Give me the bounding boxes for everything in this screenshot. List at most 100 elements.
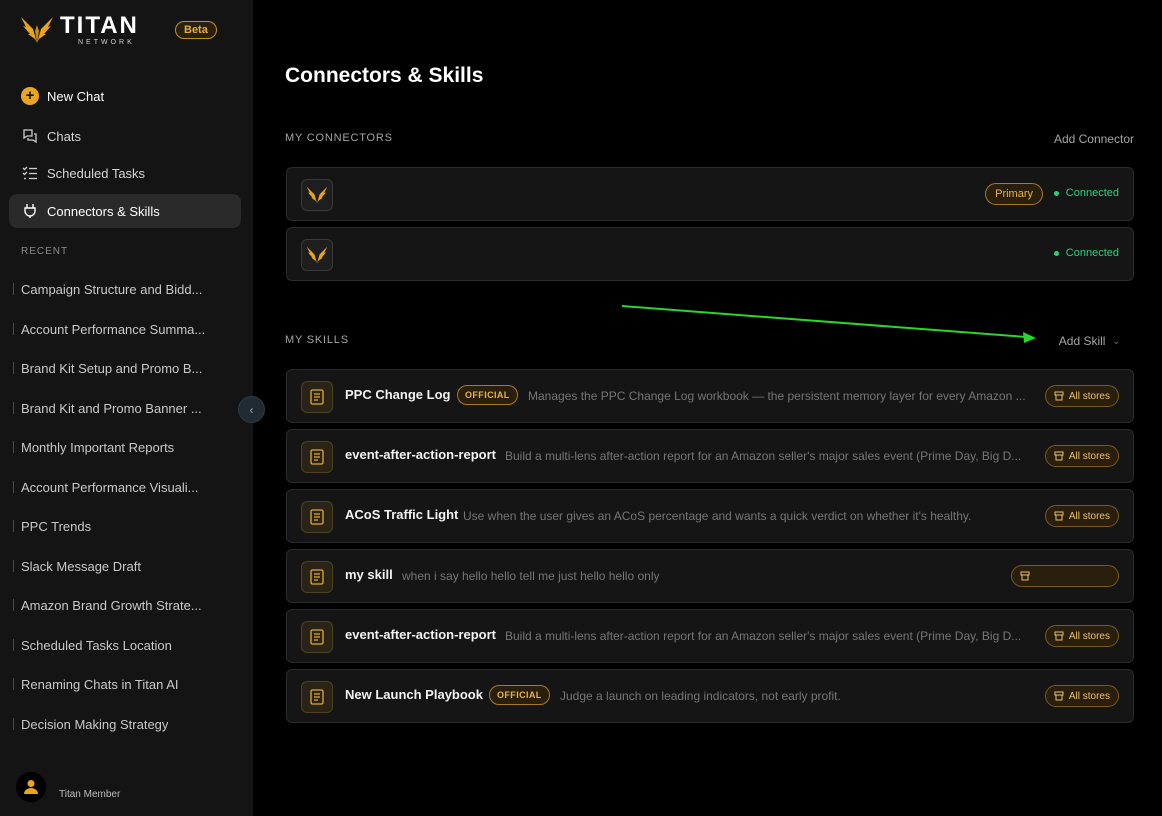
store-icon bbox=[1054, 691, 1064, 701]
titan-logo[interactable]: TITAN NETWORK bbox=[20, 12, 139, 46]
recent-chat-item[interactable]: Slack Message Draft bbox=[13, 556, 213, 576]
status-dot-icon bbox=[1053, 190, 1059, 196]
recent-chat-item[interactable]: Renaming Chats in Titan AI bbox=[13, 674, 213, 694]
recent-chat-item[interactable]: Account Performance Summa... bbox=[13, 319, 213, 339]
recent-chat-title: Account Performance Visuali... bbox=[21, 479, 199, 495]
nav-label: Chats bbox=[47, 128, 81, 144]
skill-card[interactable]: event-after-action-report Build a multi-… bbox=[286, 609, 1134, 663]
add-connector-button[interactable]: Add Connector bbox=[1054, 132, 1134, 146]
recent-section-label: RECENT bbox=[21, 246, 69, 257]
new-chat-button[interactable]: + New Chat bbox=[9, 79, 241, 113]
recent-chat-item[interactable]: Scheduled Tasks Location bbox=[13, 635, 213, 655]
divider bbox=[13, 441, 14, 453]
skill-description: Build a multi-lens after-action report f… bbox=[505, 629, 1022, 643]
divider bbox=[13, 520, 14, 532]
plug-icon bbox=[21, 202, 39, 220]
nav-item-connectors-skills[interactable]: Connectors & Skills bbox=[9, 194, 241, 228]
skill-card[interactable]: ACoS Traffic Light Use when the user giv… bbox=[286, 489, 1134, 543]
status-dot-icon bbox=[1053, 250, 1059, 256]
divider bbox=[13, 362, 14, 374]
brand-title: TITAN bbox=[60, 12, 139, 39]
document-icon bbox=[301, 681, 333, 713]
recent-chat-title: Amazon Brand Growth Strate... bbox=[21, 597, 202, 613]
official-badge: OFFICIAL bbox=[489, 685, 550, 705]
document-icon bbox=[301, 621, 333, 653]
stores-label: All stores bbox=[1068, 450, 1110, 462]
all-stores-badge[interactable]: All stores bbox=[1044, 685, 1119, 707]
plus-circle-icon: + bbox=[21, 87, 39, 105]
document-icon bbox=[301, 441, 333, 473]
store-icon bbox=[1054, 511, 1064, 521]
all-stores-badge[interactable]: All stores bbox=[1044, 625, 1119, 647]
recent-chat-item[interactable]: Brand Kit Setup and Promo B... bbox=[13, 358, 213, 378]
recent-chat-title: Campaign Structure and Bidd... bbox=[21, 281, 203, 297]
nav-label: New Chat bbox=[47, 88, 105, 104]
recent-chat-item[interactable]: Amazon Brand Growth Strate... bbox=[13, 595, 213, 615]
add-skill-label: Add Skill bbox=[1058, 334, 1106, 348]
stores-selector[interactable] bbox=[1011, 565, 1119, 587]
all-stores-badge[interactable]: All stores bbox=[1044, 385, 1119, 407]
skill-card[interactable]: New Launch Playbook OFFICIAL Judge a lau… bbox=[286, 669, 1134, 723]
divider bbox=[13, 639, 14, 651]
skill-description: when i say hello hello tell me just hell… bbox=[402, 569, 660, 583]
recent-chat-title: Brand Kit Setup and Promo B... bbox=[21, 360, 203, 376]
skills-section-label: MY SKILLS bbox=[285, 334, 349, 346]
primary-badge: Primary bbox=[985, 183, 1043, 205]
user-profile[interactable]: Titan Member bbox=[16, 772, 120, 802]
connector-logo-icon bbox=[301, 179, 333, 211]
connection-status: Connected bbox=[1053, 187, 1119, 199]
document-icon bbox=[301, 501, 333, 533]
skill-description: Judge a launch on leading indicators, no… bbox=[560, 689, 841, 703]
recent-chat-item[interactable]: Campaign Structure and Bidd... bbox=[13, 279, 213, 299]
nav-label: Scheduled Tasks bbox=[47, 165, 146, 181]
divider bbox=[13, 599, 14, 611]
brand-subtitle: NETWORK bbox=[78, 39, 135, 46]
recent-chat-item[interactable]: Brand Kit and Promo Banner ... bbox=[13, 398, 213, 418]
nav-item-chats[interactable]: Chats bbox=[9, 119, 241, 153]
skill-name: New Launch Playbook bbox=[345, 687, 483, 702]
skill-card[interactable]: PPC Change Log OFFICIAL Manages the PPC … bbox=[286, 369, 1134, 423]
recent-chat-title: Monthly Important Reports bbox=[21, 439, 175, 455]
connection-status: Connected bbox=[1053, 247, 1119, 259]
all-stores-badge[interactable]: All stores bbox=[1044, 445, 1119, 467]
recent-chat-item[interactable]: Account Performance Visuali... bbox=[13, 477, 213, 497]
wings-logo-icon bbox=[21, 17, 53, 43]
recent-chat-title: PPC Trends bbox=[21, 518, 92, 534]
connectors-section-label: MY CONNECTORS bbox=[285, 132, 393, 144]
skill-card[interactable]: my skill when i say hello hello tell me … bbox=[286, 549, 1134, 603]
skill-description: Build a multi-lens after-action report f… bbox=[505, 449, 1022, 463]
skill-name: ACoS Traffic Light bbox=[345, 507, 459, 522]
chat-bubbles-icon bbox=[21, 127, 39, 145]
status-text: Connected bbox=[1065, 247, 1119, 259]
sidebar: TITAN NETWORK Beta + New Chat Chats Sche… bbox=[0, 0, 253, 816]
store-icon bbox=[1054, 631, 1064, 641]
connector-logo-icon bbox=[301, 239, 333, 271]
connector-card[interactable]: Primary Connected bbox=[286, 167, 1134, 221]
main-content: Connectors & Skills MY CONNECTORS Add Co… bbox=[253, 0, 1162, 816]
all-stores-badge[interactable]: All stores bbox=[1044, 505, 1119, 527]
checklist-icon bbox=[21, 164, 39, 182]
document-icon bbox=[301, 381, 333, 413]
official-badge: OFFICIAL bbox=[457, 385, 518, 405]
user-name: Titan Member bbox=[59, 788, 121, 800]
recent-chat-title: Account Performance Summa... bbox=[21, 321, 206, 337]
recent-chat-title: Scheduled Tasks Location bbox=[21, 637, 172, 653]
page-title: Connectors & Skills bbox=[285, 64, 484, 87]
store-icon bbox=[1054, 451, 1064, 461]
nav-item-scheduled-tasks[interactable]: Scheduled Tasks bbox=[9, 156, 241, 190]
user-icon bbox=[24, 780, 38, 794]
skill-name: PPC Change Log bbox=[345, 387, 451, 402]
recent-chat-item[interactable]: PPC Trends bbox=[13, 516, 213, 536]
connector-card[interactable]: Connected bbox=[286, 227, 1134, 281]
avatar bbox=[16, 772, 46, 802]
skill-name: event-after-action-report bbox=[345, 627, 496, 642]
recent-chat-item[interactable]: Decision Making Strategy bbox=[13, 714, 213, 734]
recent-chat-title: Renaming Chats in Titan AI bbox=[21, 676, 179, 692]
divider bbox=[13, 283, 14, 295]
recent-chat-item[interactable]: Monthly Important Reports bbox=[13, 437, 213, 457]
skill-card[interactable]: event-after-action-report Build a multi-… bbox=[286, 429, 1134, 483]
status-text: Connected bbox=[1065, 187, 1119, 199]
add-skill-button[interactable]: Add Skill ⌄ bbox=[1059, 334, 1120, 348]
stores-label: All stores bbox=[1068, 510, 1110, 522]
skill-description: Manages the PPC Change Log workbook — th… bbox=[528, 389, 1026, 403]
